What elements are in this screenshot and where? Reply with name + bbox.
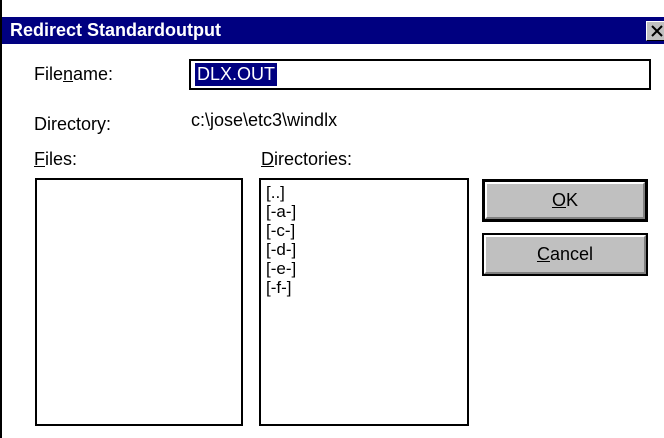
directories-listbox[interactable]: [..] [-a-] [-c-] [-d-] [-e-] [-f-]	[259, 178, 469, 426]
directory-item[interactable]: [-c-]	[261, 221, 467, 240]
cancel-label: Cancel	[536, 244, 594, 264]
dialog-title: Redirect Standardoutput	[10, 20, 222, 40]
ok-button[interactable]: OK	[482, 179, 648, 222]
filename-input[interactable]: DLX.OUT	[189, 59, 651, 90]
filename-value: DLX.OUT	[195, 63, 278, 86]
close-button[interactable]	[646, 21, 664, 41]
directory-item[interactable]: [-f-]	[261, 278, 467, 297]
files-listbox[interactable]	[35, 178, 243, 426]
filename-label: Filename:	[34, 64, 114, 84]
close-icon	[651, 25, 663, 37]
title-bar[interactable]: Redirect Standardoutput	[2, 17, 664, 44]
directory-label: Directory:	[34, 114, 112, 134]
directory-value: c:\jose\etc3\windlx	[191, 110, 338, 130]
directories-label: Directories:	[261, 149, 353, 169]
files-label: Files:	[34, 149, 78, 169]
ok-label: OK	[551, 190, 579, 210]
cancel-button[interactable]: Cancel	[482, 233, 648, 276]
directory-item[interactable]: [..]	[261, 183, 467, 202]
directory-item[interactable]: [-e-]	[261, 259, 467, 278]
directory-item[interactable]: [-a-]	[261, 202, 467, 221]
redirect-dialog: Redirect Standardoutput Filename: DLX.OU…	[0, 0, 664, 438]
directory-item[interactable]: [-d-]	[261, 240, 467, 259]
window-border	[0, 0, 2, 438]
